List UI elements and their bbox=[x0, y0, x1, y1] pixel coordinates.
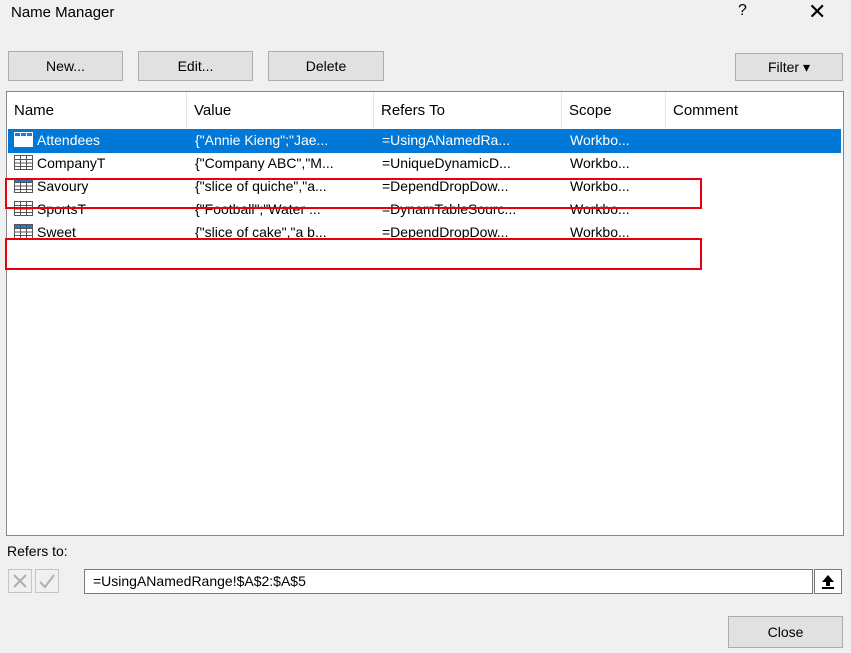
cancel-edit-button[interactable] bbox=[8, 569, 32, 593]
cell-name: Attendees bbox=[37, 132, 101, 148]
table-row[interactable]: SportsT {"Football";"Water ... =DynamTable… bbox=[8, 198, 841, 222]
arrow-up-icon bbox=[822, 575, 834, 589]
close-button[interactable]: Close bbox=[728, 616, 843, 648]
collapse-dialog-button[interactable] bbox=[814, 569, 842, 594]
table-row[interactable]: Sweet {"slice of cake","a b... =DependDrop… bbox=[8, 221, 841, 245]
cell-name: Savoury bbox=[37, 178, 89, 194]
cell-value: {"slice of quiche","a... bbox=[195, 178, 327, 194]
cell-name: SportsT bbox=[37, 201, 87, 217]
names-list[interactable]: Name Value Refers To Scope Comment Atten… bbox=[6, 91, 844, 536]
new-button[interactable]: New... bbox=[8, 51, 123, 81]
cell-value: {"Annie Kieng";"Jae... bbox=[195, 132, 329, 148]
cell-refers-to: =DependDropDow... bbox=[382, 224, 509, 240]
column-header-name[interactable]: Name bbox=[7, 92, 187, 128]
new-button-label: New... bbox=[46, 58, 85, 74]
cell-name: Sweet bbox=[37, 224, 76, 240]
table-row[interactable]: CompanyT {"Company ABC","M... =UniqueDynam… bbox=[8, 152, 841, 176]
delete-button-label: Delete bbox=[305, 58, 347, 74]
cell-refers-to: =DynamTableSourc... bbox=[382, 201, 517, 217]
table-name-icon bbox=[14, 201, 33, 216]
table-name-icon bbox=[14, 224, 33, 239]
cell-scope: Workbo... bbox=[570, 201, 630, 217]
refers-to-input[interactable]: =UsingANamedRange!$A$2:$A$5 bbox=[84, 569, 813, 594]
cell-name: CompanyT bbox=[37, 155, 106, 171]
cell-refers-to: =UniqueDynamicD... bbox=[382, 155, 511, 171]
delete-button[interactable]: Delete bbox=[268, 51, 384, 81]
edit-button-label: Edit... bbox=[177, 58, 214, 74]
table-name-icon bbox=[14, 132, 33, 147]
confirm-edit-button[interactable] bbox=[35, 569, 59, 593]
filter-button[interactable]: Filter ▾ bbox=[735, 53, 843, 81]
cell-scope: Workbo... bbox=[570, 155, 630, 171]
close-window-button[interactable]: ✕ bbox=[808, 0, 826, 24]
help-button[interactable]: ? bbox=[738, 2, 747, 20]
edit-button[interactable]: Edit... bbox=[138, 51, 253, 81]
cell-refers-to: =DependDropDow... bbox=[382, 178, 509, 194]
checkmark-icon bbox=[39, 574, 55, 589]
table-name-icon bbox=[14, 155, 33, 170]
list-header: Name Value Refers To Scope Comment bbox=[7, 92, 843, 128]
cell-refers-to: =UsingANamedRa... bbox=[382, 132, 511, 148]
table-row[interactable]: Savoury {"slice of quiche","a... =DependDr… bbox=[8, 175, 841, 199]
filter-button-label: Filter ▾ bbox=[767, 59, 811, 75]
column-header-comment[interactable]: Comment bbox=[666, 92, 843, 128]
table-row[interactable]: Attendees {"Annie Kieng";"Jae... =UsingANa… bbox=[8, 129, 841, 153]
refers-to-label: Refers to: bbox=[7, 543, 68, 559]
cancel-x-icon bbox=[13, 574, 27, 588]
column-header-scope[interactable]: Scope bbox=[562, 92, 666, 128]
column-header-value[interactable]: Value bbox=[187, 92, 374, 128]
table-name-icon bbox=[14, 178, 33, 193]
dialog-title: Name Manager bbox=[11, 4, 115, 21]
cell-scope: Workbo... bbox=[570, 224, 630, 240]
close-button-label: Close bbox=[767, 624, 804, 640]
column-header-refers-to[interactable]: Refers To bbox=[374, 92, 562, 128]
cell-value: {"Football";"Water ... bbox=[195, 201, 321, 217]
cell-value: {"slice of cake","a b... bbox=[195, 224, 327, 240]
cell-scope: Workbo... bbox=[570, 132, 630, 148]
cell-scope: Workbo... bbox=[570, 178, 630, 194]
cell-value: {"Company ABC","M... bbox=[195, 155, 334, 171]
